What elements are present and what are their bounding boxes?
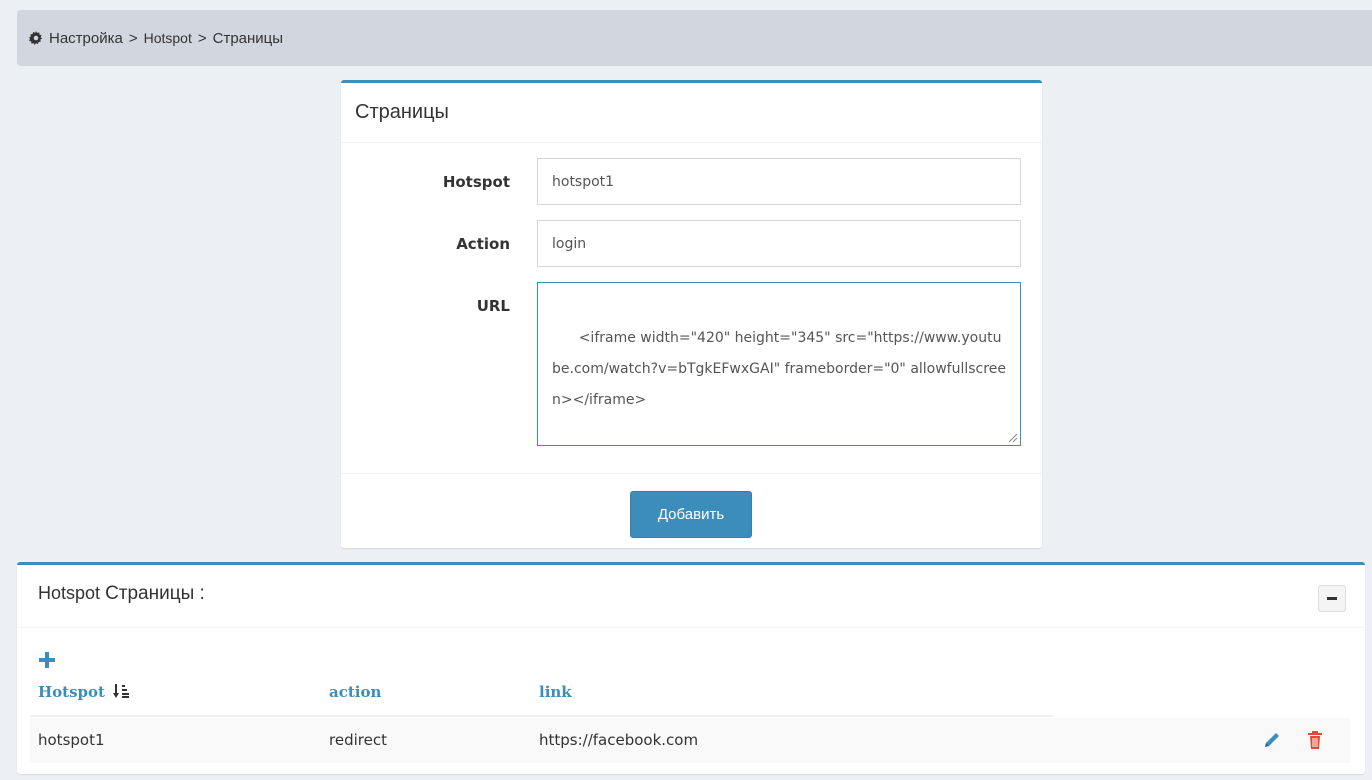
column-header-hotspot-label: Hotspot xyxy=(38,683,105,701)
url-label: URL xyxy=(476,297,510,315)
cell-action: redirect xyxy=(329,731,387,749)
add-button[interactable]: Добавить xyxy=(630,491,752,538)
form-footer: Добавить xyxy=(341,473,1042,551)
list-header: Hotspot Страницы : xyxy=(17,565,1365,628)
breadcrumb: Настройка > Hotspot > Страницы xyxy=(17,10,1372,66)
table-row: hotspot1 redirect https://facebook.com xyxy=(30,718,1350,763)
list-title: Страницы : xyxy=(105,583,205,604)
minus-icon xyxy=(1327,597,1337,600)
column-header-link[interactable]: link xyxy=(539,683,572,701)
list-title-prefix: Hotspot xyxy=(38,583,101,603)
action-label: Action xyxy=(456,235,510,253)
url-textarea-text: <iframe width="420" height="345" src="ht… xyxy=(552,330,1006,408)
action-input[interactable]: login xyxy=(537,220,1021,267)
cell-hotspot: hotspot1 xyxy=(38,731,105,749)
hotspot-input[interactable]: hotspot1 xyxy=(537,158,1021,205)
url-textarea[interactable]: <iframe width="420" height="345" src="ht… xyxy=(537,282,1021,446)
hotspot-label: Hotspot xyxy=(442,173,510,191)
resize-grip-icon[interactable] xyxy=(1008,433,1018,443)
breadcrumb-item-pages: Страницы xyxy=(212,29,284,47)
breadcrumb-separator: > xyxy=(197,29,207,47)
gear-icon xyxy=(29,31,43,45)
trash-icon[interactable] xyxy=(1305,730,1325,750)
pencil-icon[interactable] xyxy=(1262,730,1282,750)
cell-link: https://facebook.com xyxy=(539,731,699,749)
collapse-button[interactable] xyxy=(1318,585,1346,612)
header-divider xyxy=(30,715,1053,717)
hotspot-pages-list-box: Hotspot Страницы : Hotspot action link h… xyxy=(17,562,1365,774)
plus-icon[interactable] xyxy=(38,651,56,669)
form-title: Страницы xyxy=(341,83,1042,143)
pages-form-box: Страницы Hotspot hotspot1 Action login U… xyxy=(341,80,1042,548)
breadcrumb-item-settings[interactable]: Настройка xyxy=(49,30,123,47)
column-header-action[interactable]: action xyxy=(329,683,381,701)
column-header-hotspot[interactable]: Hotspot xyxy=(38,683,130,701)
breadcrumb-item-hotspot[interactable]: Hotspot xyxy=(144,30,192,46)
sort-ascending-icon xyxy=(113,684,130,698)
breadcrumb-separator: > xyxy=(128,29,138,47)
